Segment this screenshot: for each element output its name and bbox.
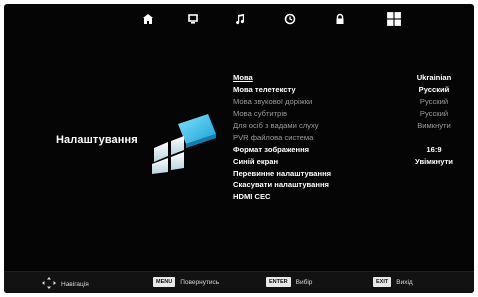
hint-navigate: Навігація	[42, 277, 89, 291]
menu-item-label: Синій екран	[233, 156, 279, 166]
menu-item-label: Мова субтитрів	[233, 109, 288, 119]
music-note-icon[interactable]	[229, 10, 251, 28]
menu-item-value: Русский	[419, 97, 449, 107]
menu-key[interactable]: MENU	[153, 277, 176, 287]
menu-item-value: Русский	[418, 85, 450, 95]
menu-item-label: Мова звукової доріжки	[233, 97, 313, 107]
menu-item-label: Мова	[233, 73, 253, 83]
menu-item-label: Скасувати налаштування	[233, 180, 329, 190]
hint-exit-label: Вихід	[396, 278, 413, 286]
lock-icon[interactable]	[329, 10, 351, 28]
menu-item-label: Для осіб з вадами слуху	[233, 121, 319, 130]
menu-item-label: Перевинне налаштування	[233, 168, 332, 178]
hint-enter-label: Вибір	[295, 278, 313, 286]
menu-item-value: Русский	[419, 109, 449, 119]
menu-item-value: Ukrainian	[416, 73, 452, 83]
menu-item-label: HDMI CEC	[233, 192, 271, 202]
menu-item-teletext-language[interactable]: Мова телетексту Русский	[233, 84, 469, 96]
section-title: Налаштування	[56, 134, 138, 146]
menu-item-value: Вимкнути	[417, 121, 451, 130]
top-menu-bar	[4, 10, 474, 30]
menu-item-audio-language[interactable]: Мова звукової доріжки Русский	[233, 96, 469, 108]
menu-item-hdmi-cec[interactable]: HDMI CEC	[233, 191, 469, 203]
clock-icon[interactable]	[279, 10, 301, 28]
menu-item-hearing-impaired[interactable]: Для осіб з вадами слуху Вимкнути	[233, 120, 469, 132]
screen-icon[interactable]	[182, 10, 204, 28]
settings-menu: Мова Ukrainian Мова телетексту Русский М…	[233, 72, 469, 203]
hint-menu-label: Повернутись	[180, 278, 220, 286]
menu-item-label: Формат зображення	[233, 144, 310, 154]
enter-key[interactable]: ENTER	[266, 277, 291, 287]
menu-item-label: PVR файлова система	[233, 132, 314, 142]
menu-item-value: Увімкнути	[415, 156, 453, 166]
arrow-keys-icon	[42, 277, 56, 291]
menu-item-language[interactable]: Мова Ukrainian	[233, 72, 469, 84]
menu-item-blue-screen[interactable]: Синій екран Увімкнути	[233, 155, 469, 167]
settings-grid-icon[interactable]	[383, 10, 405, 28]
hint-menu: MENU Повернутись	[153, 277, 219, 287]
menu-item-label: Мова телетексту	[233, 85, 296, 95]
hint-enter: ENTER Вибір	[266, 277, 312, 287]
menu-item-aspect-ratio[interactable]: Формат зображення 16:9	[233, 143, 469, 155]
picture-icon[interactable]	[137, 10, 159, 28]
menu-item-reset-settings[interactable]: Скасувати налаштування	[233, 179, 469, 191]
settings-logo-icon	[144, 112, 222, 176]
menu-item-subtitle-language[interactable]: Мова субтитрів Русский	[233, 108, 469, 120]
hint-navigate-label: Навігація	[61, 280, 89, 288]
menu-item-first-time-setup[interactable]: Перевинне налаштування	[233, 167, 469, 179]
tv-settings-screen: Налаштування Мова Ukrainian Мова телетек…	[4, 4, 474, 293]
menu-item-value: 16:9	[426, 144, 442, 154]
bottom-hint-bar: Навігація MENU Повернутись ENTER Вибір E…	[4, 271, 474, 293]
hint-exit: EXIT Вихід	[373, 277, 413, 287]
menu-item-pvr-filesystem[interactable]: PVR файлова система	[233, 131, 469, 143]
exit-key[interactable]: EXIT	[373, 277, 392, 287]
